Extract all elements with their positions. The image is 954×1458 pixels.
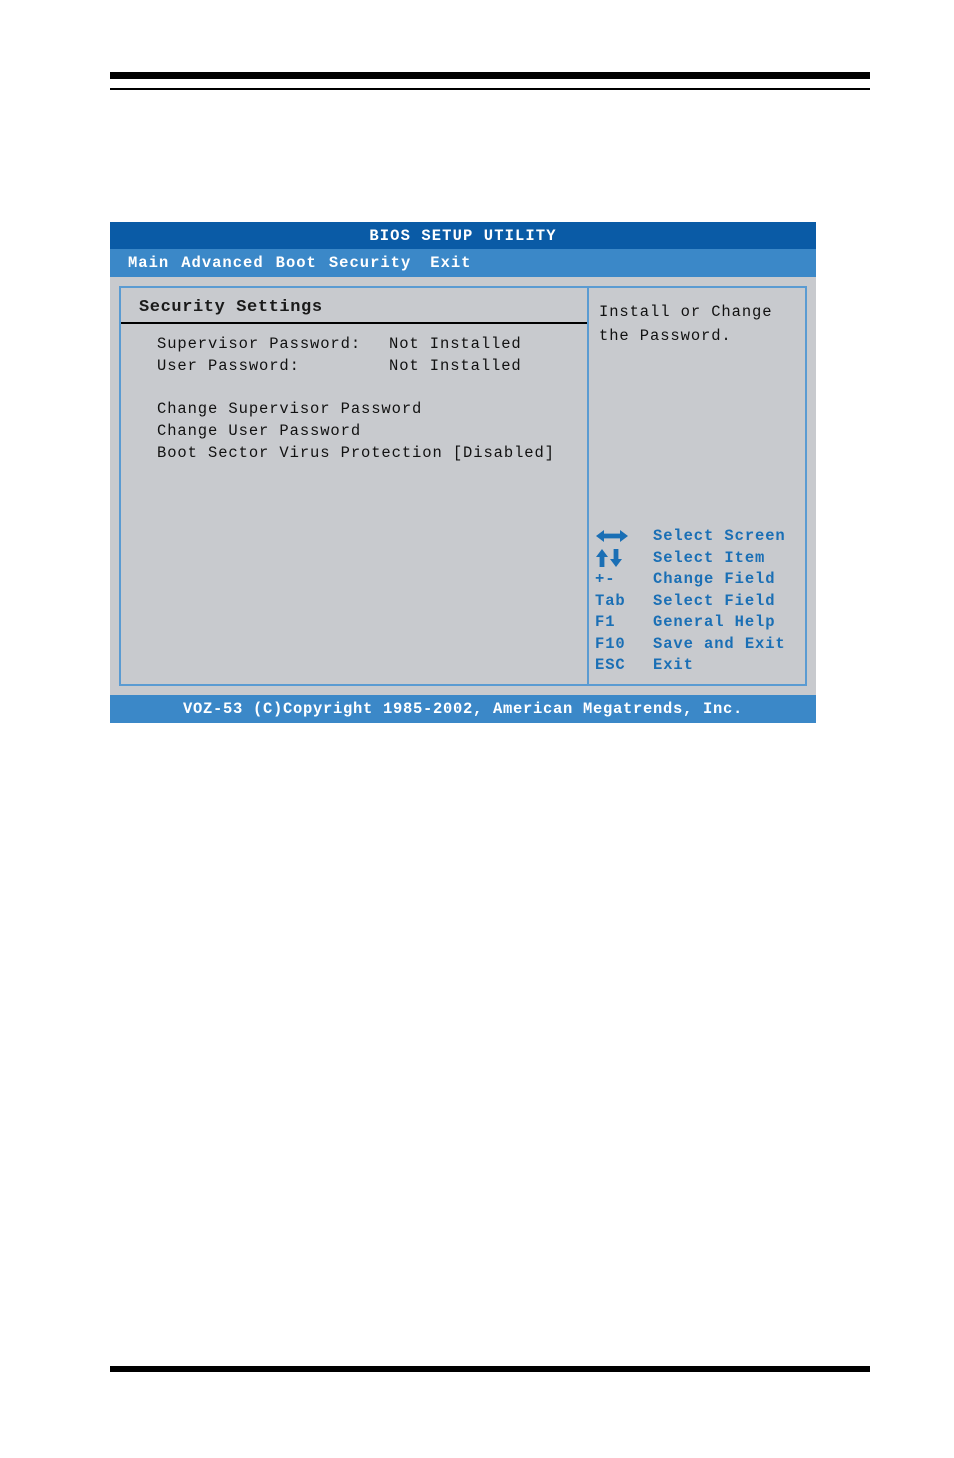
menu-item-change-user-password[interactable]: Change User Password <box>121 420 587 442</box>
row-user-password[interactable]: User Password: Not Installed <box>121 355 587 377</box>
help-text-line-1: Install or Change <box>599 303 773 321</box>
bios-content-area: Security Settings Supervisor Password: N… <box>119 286 807 686</box>
key-legend-key-change-field: +- <box>595 570 616 589</box>
key-legend-row-select-field: Tab Select Field <box>595 590 811 612</box>
key-legend-desc-exit: Exit <box>653 656 694 675</box>
menu-item-boot-sector-virus-protection[interactable]: Boot Sector Virus Protection [Disabled] <box>121 442 587 464</box>
user-password-label: User Password: <box>157 357 300 375</box>
bios-title-bar: BIOS SETUP UTILITY <box>110 222 816 249</box>
bios-setup-window: BIOS SETUP UTILITY Main Advanced Boot Se… <box>110 222 816 723</box>
bios-title: BIOS SETUP UTILITY <box>369 226 557 245</box>
row-supervisor-password[interactable]: Supervisor Password: Not Installed <box>121 333 587 355</box>
bios-body-gutter: Security Settings Supervisor Password: N… <box>110 277 816 686</box>
help-text-line-2: the Password. <box>599 327 732 345</box>
tab-exit[interactable]: Exit <box>430 254 471 272</box>
header-rule-thick <box>110 72 870 79</box>
key-legend-row-exit: ESC Exit <box>595 655 811 677</box>
key-legend-desc-general-help: General Help <box>653 613 776 632</box>
key-legend-desc-select-field: Select Field <box>653 591 776 610</box>
key-legend-desc-select-screen: Select Screen <box>653 527 786 546</box>
help-pane: Install or Change the Password. Select S… <box>589 288 805 684</box>
key-legend: Select Screen Select Item +- Change Fiel… <box>595 526 811 677</box>
user-password-value: Not Installed <box>389 357 522 375</box>
boot-sector-virus-protection-state[interactable]: [Disabled] <box>453 444 555 462</box>
boot-sector-virus-protection-value[interactable] <box>443 444 453 462</box>
footer-rule <box>110 1366 870 1372</box>
key-legend-key-save-and-exit: F10 <box>595 634 626 653</box>
key-legend-key-general-help: F1 <box>595 613 616 632</box>
settings-pane: Security Settings Supervisor Password: N… <box>121 288 587 684</box>
tab-advanced[interactable]: Advanced <box>181 254 263 272</box>
tab-security[interactable]: Security <box>329 254 411 272</box>
supervisor-password-label: Supervisor Password: <box>157 335 362 353</box>
supervisor-password-value: Not Installed <box>389 335 522 353</box>
section-title: Security Settings <box>139 298 323 317</box>
key-legend-row-change-field: +- Change Field <box>595 569 811 591</box>
left-right-arrow-icon <box>595 528 653 544</box>
boot-sector-virus-protection-label: Boot Sector Virus Protection <box>157 444 443 462</box>
key-legend-row-select-screen: Select Screen <box>595 526 811 548</box>
document-page: BIOS SETUP UTILITY Main Advanced Boot Se… <box>0 0 954 1458</box>
key-legend-row-general-help: F1 General Help <box>595 612 811 634</box>
key-legend-row-select-item: Select Item <box>595 547 811 569</box>
key-legend-row-save-and-exit: F10 Save and Exit <box>595 633 811 655</box>
key-legend-key-exit: ESC <box>595 656 626 675</box>
copyright-text: VOZ-53 (C)Copyright 1985-2002, American … <box>182 700 744 718</box>
bios-menu-bar: Main Advanced Boot Security Exit <box>110 249 816 277</box>
tab-main[interactable]: Main <box>128 254 169 272</box>
key-legend-desc-select-item: Select Item <box>653 548 766 567</box>
settings-list: Supervisor Password: Not Installed User … <box>121 324 587 464</box>
key-legend-desc-save-and-exit: Save and Exit <box>653 634 786 653</box>
key-legend-key-select-field: Tab <box>595 591 626 610</box>
bios-footer-bar: VOZ-53 (C)Copyright 1985-2002, American … <box>110 695 816 723</box>
tab-boot[interactable]: Boot <box>276 254 317 272</box>
up-down-arrow-icon <box>595 548 653 568</box>
menu-item-change-supervisor-password[interactable]: Change Supervisor Password <box>121 398 587 420</box>
header-rule-thin <box>110 88 870 90</box>
key-legend-desc-change-field: Change Field <box>653 570 776 589</box>
